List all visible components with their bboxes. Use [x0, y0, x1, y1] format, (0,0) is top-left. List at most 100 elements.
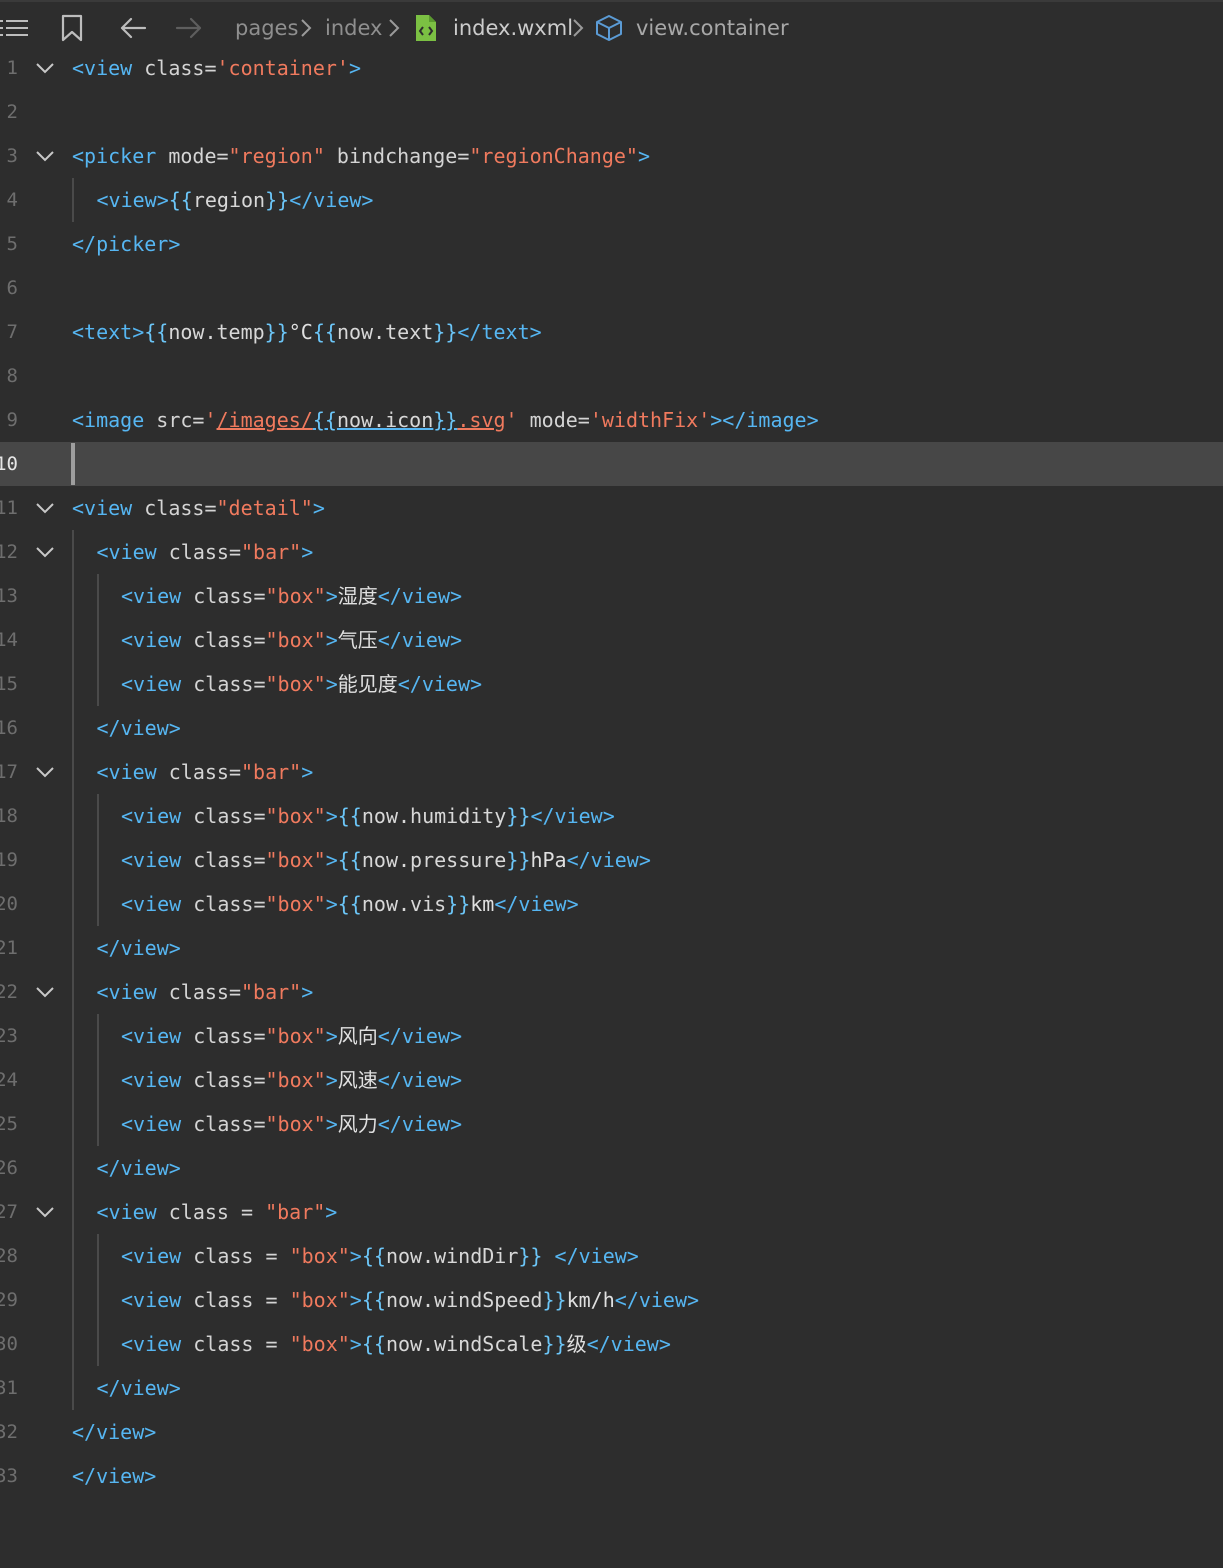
code-token: </view> [96, 1156, 181, 1180]
code-token: <view [121, 848, 194, 872]
code-token: }} [433, 408, 458, 432]
code-text: <view class="box">风向</view> [121, 1014, 462, 1058]
code-text: <view>{{region}}</view> [97, 178, 374, 222]
code-token: now.windSpeed [385, 1288, 543, 1312]
code-text: </view> [97, 1146, 181, 1190]
line-number: 30 [0, 1333, 18, 1355]
code-token: now.windDir [385, 1244, 519, 1268]
code-line[interactable]: 14 <view class="box">气压</view> [0, 618, 1223, 662]
code-text: </view> [72, 1410, 156, 1454]
fold-chevron-icon[interactable] [34, 761, 56, 783]
fold-chevron-icon[interactable] [34, 57, 56, 79]
indent-guide [96, 1058, 99, 1102]
code-line[interactable]: 11 <view class="detail"> [0, 486, 1223, 530]
code-line[interactable]: 13 <view class="box">湿度</view> [0, 574, 1223, 618]
fold-chevron-icon[interactable] [34, 541, 56, 563]
indent-guide [72, 706, 74, 750]
code-token: src= [156, 408, 205, 432]
code-line[interactable]: 29 <view class = "box">{{now.windSpeed}}k… [0, 1278, 1223, 1322]
code-line[interactable]: 28 <view class = "box">{{now.windDir}} </… [0, 1234, 1223, 1278]
indent-guide [96, 1014, 99, 1058]
code-token: class = [193, 1288, 290, 1312]
code-token: }} [542, 1288, 567, 1312]
code-line[interactable]: 25 <view class="box">风力</view> [0, 1102, 1223, 1146]
line-number: 29 [0, 1289, 18, 1311]
fold-chevron-icon[interactable] [34, 981, 56, 1003]
code-line[interactable]: 24 <view class="box">风速</view> [0, 1058, 1223, 1102]
code-line[interactable]: 17 <view class="bar"> [0, 750, 1223, 794]
code-token: <view [96, 980, 169, 1004]
code-token: }} [506, 804, 531, 828]
code-line[interactable]: 8 [0, 354, 1223, 398]
code-line[interactable]: 26 </view> [0, 1146, 1223, 1190]
code-line[interactable]: 19 <view class="box">{{now.pressure}}hPa<… [0, 838, 1223, 882]
code-line[interactable]: 33 </view> [0, 1454, 1223, 1498]
code-line[interactable]: 7 <text>{{now.temp}}°C{{now.text}}</text> [0, 310, 1223, 354]
code-token: class = [168, 1200, 266, 1224]
code-token: now.pressure [361, 848, 507, 872]
code-line[interactable]: 16 </view> [0, 706, 1223, 750]
code-token: "box" [265, 892, 326, 916]
code-text: <picker mode="region" bindchange="region… [72, 134, 650, 178]
code-token: 湿度 [337, 584, 378, 608]
code-token: > [301, 760, 314, 784]
code-text: <view class="bar"> [97, 970, 314, 1014]
code-line[interactable]: 21 </view> [0, 926, 1223, 970]
code-token: </view> [289, 188, 374, 212]
code-token: region [192, 188, 266, 212]
code-editor[interactable]: 1 <view class='container'> 2 3 <picker mode=… [0, 46, 1223, 1568]
code-line[interactable]: 2 [0, 90, 1223, 134]
fold-chevron-icon[interactable] [34, 145, 56, 167]
code-token: 风向 [337, 1024, 378, 1048]
code-token: "box" [265, 672, 326, 696]
indent-guide [72, 662, 74, 706]
code-token: <text> [72, 320, 145, 344]
line-number: 27 [0, 1201, 18, 1223]
indent-guide [72, 1058, 74, 1102]
code-line[interactable]: 30 <view class = "box">{{now.windScale}}级… [0, 1322, 1223, 1366]
code-line[interactable]: 1 <view class='container'> [0, 46, 1223, 90]
fold-chevron-icon[interactable] [34, 1201, 56, 1223]
line-number: 21 [0, 937, 18, 959]
code-text: <view class="box">能见度</view> [121, 662, 482, 706]
line-number: 6 [6, 277, 18, 299]
code-text: <view class="box">气压</view> [121, 618, 462, 662]
code-line[interactable]: 10 [0, 442, 1223, 486]
code-line[interactable]: 6 [0, 266, 1223, 310]
code-line[interactable]: 15 <view class="box">能见度</view> [0, 662, 1223, 706]
indent-guide [72, 970, 74, 1014]
code-token: </view> [72, 1464, 157, 1488]
code-line[interactable]: 5 </picker> [0, 222, 1223, 266]
fold-chevron-icon[interactable] [34, 497, 56, 519]
code-text: <text>{{now.temp}}°C{{now.text}}</text> [72, 310, 542, 354]
code-token: 级 [566, 1332, 587, 1356]
code-token: {{ [312, 320, 337, 344]
code-line[interactable]: 9 <image src='/images/{{now.icon}}.svg' m… [0, 398, 1223, 442]
code-line[interactable]: 31 </view> [0, 1366, 1223, 1410]
code-line[interactable]: 23 <view class="box">风向</view> [0, 1014, 1223, 1058]
code-token: 'container' [216, 56, 349, 80]
code-token: "box" [289, 1244, 350, 1268]
code-token: <view [72, 496, 145, 520]
line-number: 5 [6, 233, 18, 255]
code-line[interactable]: 3 <picker mode="region" bindchange="regio… [0, 134, 1223, 178]
code-line[interactable]: 18 <view class="box">{{now.humidity}}</vi… [0, 794, 1223, 838]
code-token: </view> [494, 892, 579, 916]
line-number: 32 [0, 1421, 18, 1443]
code-line[interactable]: 27 <view class = "bar"> [0, 1190, 1223, 1234]
code-line[interactable]: 22 <view class="bar"> [0, 970, 1223, 1014]
code-token: <view [96, 760, 169, 784]
indent-guide [72, 530, 74, 574]
code-text: <view class="box">{{now.pressure}}hPa</v… [121, 838, 651, 882]
code-line[interactable]: 32 </view> [0, 1410, 1223, 1454]
code-line[interactable]: 12 <view class="bar"> [0, 530, 1223, 574]
code-text: <view class="box">{{now.vis}}km</view> [121, 882, 579, 926]
code-line[interactable]: 20 <view class="box">{{now.vis}}km</view> [0, 882, 1223, 926]
code-token: > [325, 1200, 338, 1224]
code-text: <view class="box">风力</view> [121, 1102, 462, 1146]
line-number: 19 [0, 849, 18, 871]
code-token: bindchange= [324, 144, 470, 168]
code-token: 风力 [337, 1112, 378, 1136]
code-line[interactable]: 4 <view>{{region}}</view> [0, 178, 1223, 222]
code-token: class= [193, 672, 266, 696]
